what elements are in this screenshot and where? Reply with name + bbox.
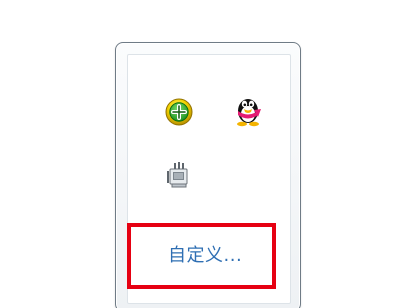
tray-item-360[interactable] bbox=[162, 95, 196, 129]
notification-area-popup: 自定义... bbox=[115, 42, 301, 308]
network-plug-icon bbox=[167, 162, 188, 188]
popup-content-panel: 自定义... bbox=[127, 54, 291, 304]
qq-penguin-icon bbox=[237, 99, 261, 127]
360-safe-guard-icon bbox=[165, 98, 193, 126]
tray-icons-grid bbox=[128, 55, 290, 215]
screen-background: 自定义... bbox=[0, 0, 400, 308]
tray-item-network[interactable] bbox=[162, 157, 196, 191]
customize-link[interactable]: 自定义... bbox=[168, 246, 242, 266]
tray-item-qq[interactable] bbox=[231, 93, 265, 127]
customize-section: 自定义... bbox=[127, 215, 290, 305]
